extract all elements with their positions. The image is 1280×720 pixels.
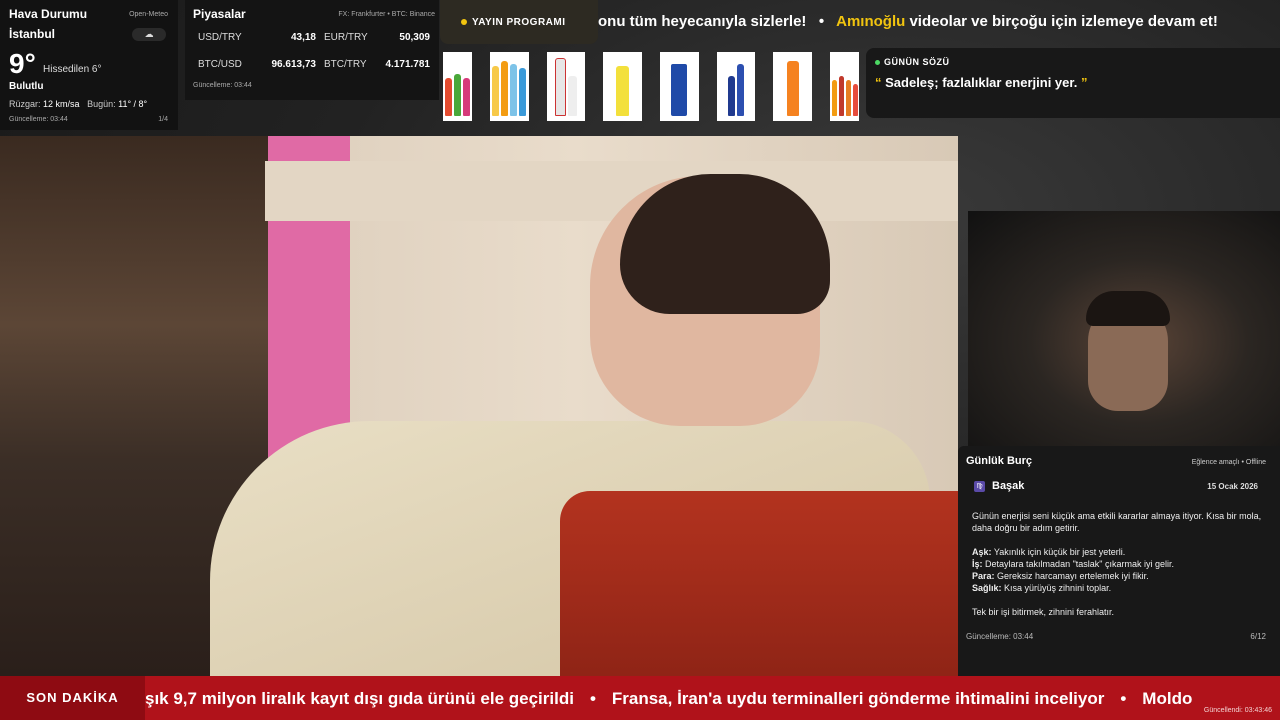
video-sofa (560, 491, 958, 676)
horoscope-line: Sağlık: Kısa yürüyüş zihnini toplar. (972, 583, 1112, 593)
horoscope-updated: Güncelleme: 03:44 (966, 632, 1034, 641)
cloud-icon: ☁ (132, 28, 166, 41)
video-background-mantel (265, 161, 958, 221)
webcam-person-hair (1086, 291, 1170, 326)
horoscope-date: 15 Ocak 2026 (1207, 482, 1258, 491)
product-image (773, 52, 813, 121)
markets-updated: Güncelleme: 03:44 (193, 82, 252, 89)
horoscope-line: Aşk: Yakınlık için küçük bir jest yeterl… (972, 547, 1126, 557)
wind-label: Rüzgar: (9, 99, 41, 109)
sponsor-product-strip (443, 52, 860, 121)
market-label: USD/TRY (198, 32, 242, 43)
today-value: 11° / 8° (118, 99, 148, 109)
product-image (546, 52, 586, 121)
stream-overlay: Hava Durumu Open-Meteo İstanbul ☁ 9° His… (0, 0, 1280, 720)
weather-updated: Güncelleme: 03:44 (9, 116, 68, 123)
news-item: Fransa, İran'a uydu terminalleri gönderm… (611, 689, 1105, 708)
horoscope-line: Para: Gereksiz harcamayı ertelemek iyi f… (972, 571, 1149, 581)
product-image (603, 52, 643, 121)
quote-widget: GÜNÜN SÖZÜ “ Sadeleş; fazlalıklar enerji… (866, 48, 1280, 118)
product-image (716, 52, 756, 121)
schedule-button[interactable]: YAYIN PROGRAMI (440, 0, 598, 44)
news-separator: • (1120, 689, 1127, 708)
product-image (490, 52, 529, 121)
news-item: şık 9,7 milyon liralık kayıt dışı gıda ü… (145, 689, 574, 708)
top-ticker: onu tüm heyecanıyla sizlerle! • Amınoğlu… (598, 0, 1280, 44)
market-value: 50,309 (399, 32, 430, 43)
weather-condition: Bulutlu (9, 81, 44, 92)
horoscope-intro: Günün enerjisi seni küçük ama etkili kar… (972, 511, 1262, 533)
breaking-news-tag: SON DAKİKA (0, 676, 145, 720)
top-ticker-separator: • (818, 13, 825, 30)
main-video-feed (0, 136, 958, 676)
news-separator: • (589, 689, 596, 708)
market-value: 96.613,73 (271, 59, 317, 70)
market-value: 4.171.781 (385, 59, 431, 70)
markets-widget: Piyasalar FX: Frankfurter • BTC: Binance… (185, 0, 439, 100)
top-ticker-text-1: onu tüm heyecanıyla sizlerle! (598, 13, 807, 30)
top-ticker-highlight: Amınoğlu (836, 13, 906, 30)
weather-wind-row: Rüzgar: 12 km/sa Bugün: 11° / 8° (9, 99, 147, 109)
weather-source: Open-Meteo (129, 11, 168, 18)
breaking-news-ticker: şık 9,7 milyon liralık kayıt dışı gıda ü… (145, 676, 1280, 720)
live-dot-icon (875, 59, 880, 65)
horoscope-meta: Eğlence amaçlı • Offline (1191, 459, 1266, 466)
market-label: BTC/USD (198, 59, 242, 70)
schedule-label: YAYIN PROGRAMI (472, 16, 566, 28)
product-image (443, 52, 472, 121)
webcam-feed (968, 211, 1280, 448)
news-updated: Güncellendi: 03:43:46 (1203, 707, 1272, 714)
horoscope-body: Günün enerjisi seni küçük ama etkili kar… (972, 510, 1262, 630)
weather-widget: Hava Durumu Open-Meteo İstanbul ☁ 9° His… (0, 0, 178, 130)
markets-source: FX: Frankfurter • BTC: Binance (338, 11, 435, 18)
open-quote-mark: “ (875, 75, 882, 90)
market-label: EUR/TRY (324, 32, 368, 43)
virgo-icon: ♍ (974, 480, 985, 492)
horoscope-outro: Tek bir işi bitirmek, zihnini ferahlatır… (972, 607, 1115, 617)
product-image (660, 52, 699, 121)
weather-feels-like: Hissedilen 6° (43, 64, 102, 75)
schedule-dot-icon (461, 19, 467, 25)
product-image (830, 52, 860, 121)
market-value: 43,18 (290, 32, 316, 43)
horoscope-line: İş: Detaylara takılmadan "taslak" çıkarm… (972, 559, 1174, 569)
top-ticker-text-2: videolar ve birçoğu için izlemeye devam … (909, 13, 1218, 30)
video-person-hair (620, 174, 830, 314)
quote-text-row: “ Sadeleş; fazlalıklar enerjini yer. ” (875, 75, 1271, 90)
news-item: Moldo (1142, 689, 1193, 708)
horoscope-page-indicator: 6/12 (1250, 632, 1266, 641)
weather-temperature: 9° (9, 48, 36, 79)
quote-text: Sadeleş; fazlalıklar enerjini yer. (885, 75, 1078, 90)
close-quote-mark: ” (1080, 75, 1088, 90)
wind-value: 12 km/sa (43, 99, 80, 109)
horoscope-widget: Günlük Burç Eğlence amaçlı • Offline ♍ B… (958, 446, 1280, 676)
quote-header: GÜNÜN SÖZÜ (875, 57, 1271, 67)
horoscope-sign: ♍ Başak (974, 480, 1024, 492)
today-label: Bugün: (87, 99, 116, 109)
weather-page-indicator: 1/4 (158, 116, 168, 123)
breaking-news-bar: SON DAKİKA şık 9,7 milyon liralık kayıt … (0, 676, 1280, 720)
quote-label: GÜNÜN SÖZÜ (884, 57, 950, 67)
market-label: BTC/TRY (324, 59, 367, 70)
horoscope-sign-name: Başak (992, 480, 1025, 492)
